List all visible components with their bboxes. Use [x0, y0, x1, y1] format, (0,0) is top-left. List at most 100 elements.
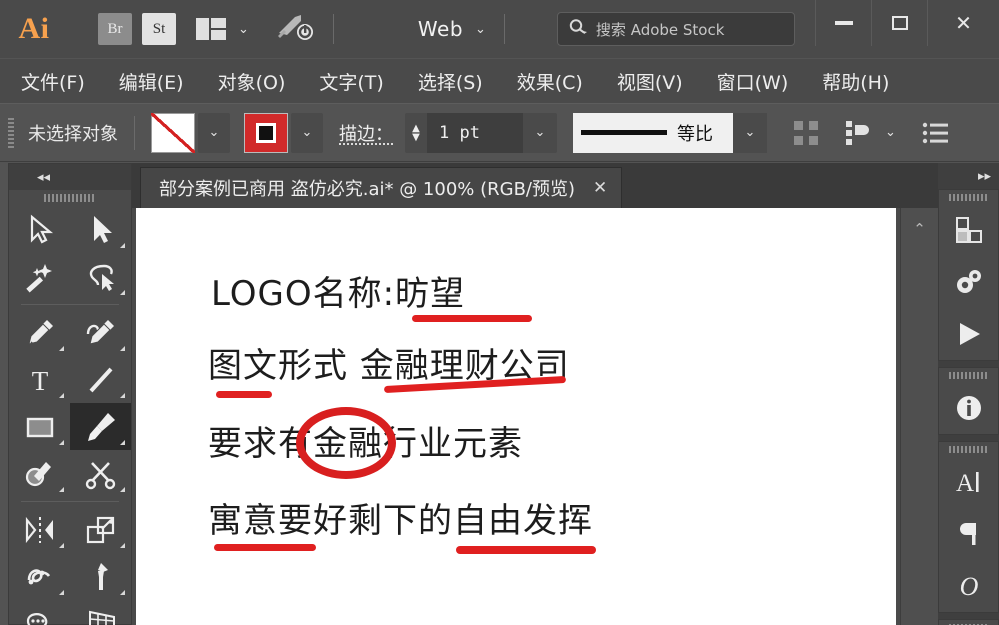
tool-rectangle[interactable]: [9, 403, 70, 450]
window-controls: ✕: [815, 0, 999, 46]
dock-group-4: [938, 619, 999, 625]
stroke-profile-line-icon: [581, 130, 667, 135]
stroke-weight-stepper[interactable]: ▲ ▼: [405, 112, 427, 153]
artboard[interactable]: LOGO名称:昉望 图文形式 金融理财公司 要求有金融行业元素 寓意要好剩下的自…: [136, 208, 896, 625]
chevron-down-icon[interactable]: ⌄: [475, 22, 486, 37]
rocket-icon[interactable]: [275, 11, 315, 47]
tool-perspective-grid[interactable]: [70, 600, 131, 625]
illustrator-window: Ai Br St ⌄ Web ⌄ 搜索 Adobe Stock ✕ 文件(F) …: [0, 0, 999, 625]
panel-play[interactable]: [939, 308, 998, 360]
titlebar-divider-1: [332, 14, 334, 44]
menu-edit[interactable]: 编辑(E): [106, 68, 197, 95]
tool-line-segment[interactable]: [70, 356, 131, 403]
tool-direct-selection[interactable]: [70, 206, 131, 253]
tool-scale[interactable]: [70, 506, 131, 553]
stroke-weight-label[interactable]: 描边：: [339, 120, 393, 146]
menu-bar: 文件(F) 编辑(E) 对象(O) 文字(T) 选择(S) 效果(C) 视图(V…: [0, 58, 999, 103]
panel-opentype[interactable]: O: [939, 560, 998, 612]
canvas-vertical-scrollbar[interactable]: ⌃: [900, 208, 938, 625]
dock-group-2-grip[interactable]: [939, 368, 998, 382]
document-setup-list-icon[interactable]: [922, 121, 950, 145]
menu-view[interactable]: 视图(V): [604, 68, 696, 95]
fill-color-swatch[interactable]: [151, 112, 195, 153]
menu-file[interactable]: 文件(F): [8, 68, 98, 95]
underline-yuyiyaohao: [214, 544, 316, 551]
workspace-switcher[interactable]: Web ⌄: [418, 17, 486, 41]
maximize-button[interactable]: [871, 0, 927, 46]
dock-group-1-grip[interactable]: [939, 190, 998, 204]
fill-dropdown-chevron-down-icon[interactable]: ⌄: [198, 112, 230, 153]
menu-help[interactable]: 帮助(H): [809, 68, 902, 95]
panel-info[interactable]: [939, 382, 998, 434]
search-input[interactable]: 搜索 Adobe Stock: [596, 19, 725, 40]
stroke-weight-input[interactable]: 1 pt: [427, 112, 523, 153]
tool-rotate-reflect[interactable]: [9, 506, 70, 553]
document-tab-bar: 部分案例已商用 盗仿必究.ai* @ 100% (RGB/预览) ✕: [132, 163, 938, 208]
menu-window[interactable]: 窗口(W): [704, 68, 802, 95]
tool-selection[interactable]: [9, 206, 70, 253]
tool-flyout-corner-icon: [59, 590, 64, 595]
chevron-down-icon[interactable]: ⌄: [238, 22, 249, 37]
menu-effect[interactable]: 效果(C): [504, 68, 596, 95]
align-chevron-down-icon[interactable]: ⌄: [885, 125, 896, 140]
tools-panel-grip[interactable]: [9, 190, 131, 206]
panel-character[interactable]: A: [939, 456, 998, 508]
minimize-icon: [834, 21, 853, 25]
stock-button[interactable]: St: [142, 13, 176, 45]
panel-properties[interactable]: [939, 204, 998, 256]
stock-search-box[interactable]: 搜索 Adobe Stock: [556, 12, 795, 46]
maximize-icon: [891, 16, 908, 30]
tool-free-transform[interactable]: [70, 553, 131, 600]
tool-width[interactable]: [9, 553, 70, 600]
stroke-color-swatch[interactable]: [244, 112, 288, 153]
document-tab[interactable]: 部分案例已商用 盗仿必究.ai* @ 100% (RGB/预览) ✕: [140, 167, 623, 208]
tools-collapse-icon[interactable]: ◂◂: [9, 164, 131, 190]
scroll-up-chevron-icon[interactable]: ⌃: [901, 220, 938, 238]
titlebar-divider-2: [503, 14, 505, 44]
close-button[interactable]: ✕: [927, 0, 999, 46]
align-objects-icon[interactable]: [845, 120, 873, 146]
stroke-dropdown-chevron-down-icon[interactable]: ⌄: [291, 112, 323, 153]
bridge-button[interactable]: Br: [98, 13, 132, 45]
stepper-down-icon[interactable]: ▼: [412, 132, 420, 142]
panel-actions[interactable]: [939, 256, 998, 308]
tool-magic-wand[interactable]: [9, 253, 70, 300]
tool-flyout-corner-icon: [59, 440, 64, 445]
underline-ziyoufahui: [456, 546, 596, 554]
tool-grid-group-2: T: [9, 309, 131, 497]
workspace-label: Web: [417, 17, 464, 41]
dock-group-4-grip[interactable]: [939, 620, 998, 625]
minimize-button[interactable]: [815, 0, 871, 46]
artwork-line-4[interactable]: 寓意要好剩下的自由发挥: [208, 493, 593, 542]
tool-flyout-corner-icon: [120, 590, 125, 595]
tool-scissors[interactable]: [70, 450, 131, 497]
tool-flyout-corner-icon: [59, 487, 64, 492]
tool-type[interactable]: T: [9, 356, 70, 403]
tools-panel: ◂◂ T: [8, 163, 132, 625]
tool-shape-builder[interactable]: [9, 600, 70, 625]
transform-grid-icon[interactable]: [793, 120, 819, 146]
panel-paragraph[interactable]: [939, 508, 998, 560]
svg-text:O: O: [959, 572, 978, 601]
tool-paintbrush[interactable]: [70, 403, 131, 450]
menu-select[interactable]: 选择(S): [405, 68, 496, 95]
control-bar: 未选择对象 ⌄ ⌄ 描边： ▲ ▼ 1 pt ⌄ 等比 ⌄ ⌄: [0, 103, 999, 162]
tool-shaper[interactable]: [9, 450, 70, 497]
tool-curvature[interactable]: [70, 309, 131, 356]
stroke-weight-chevron-down-icon[interactable]: ⌄: [523, 112, 557, 153]
menu-type[interactable]: 文字(T): [306, 68, 396, 95]
menu-object[interactable]: 对象(O): [205, 68, 299, 95]
tool-grid-group-3: [9, 506, 131, 625]
tool-lasso[interactable]: [70, 253, 131, 300]
arrange-documents-icon[interactable]: [196, 18, 226, 40]
tool-flyout-corner-icon: [120, 346, 125, 351]
dock-collapse-icon[interactable]: ▸▸: [938, 163, 999, 189]
stroke-profile-chevron-down-icon[interactable]: ⌄: [733, 112, 767, 153]
tool-pen[interactable]: [9, 309, 70, 356]
document-tab-close-icon[interactable]: ✕: [593, 178, 607, 198]
dock-group-3-grip[interactable]: [939, 442, 998, 456]
control-bar-grip[interactable]: [8, 117, 14, 148]
document-tab-title: 部分案例已商用 盗仿必究.ai* @ 100% (RGB/预览): [159, 179, 576, 200]
stroke-profile-selector[interactable]: 等比: [573, 112, 733, 153]
artwork-line-1[interactable]: LOGO名称:昉望: [211, 266, 465, 315]
